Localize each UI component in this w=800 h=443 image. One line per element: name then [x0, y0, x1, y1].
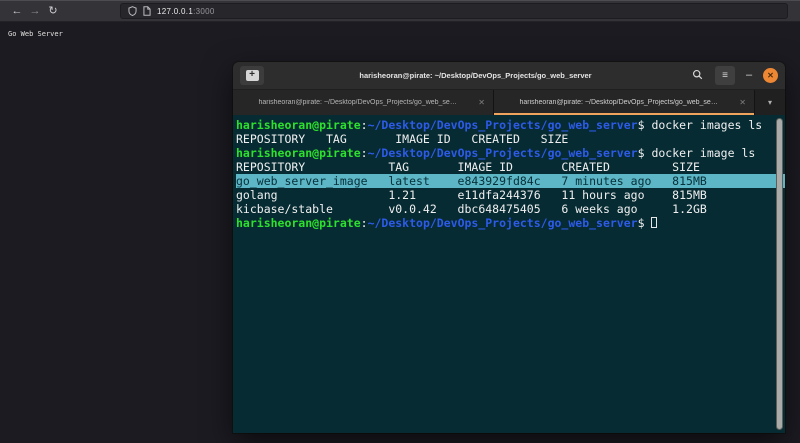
reload-button[interactable]: ↻: [44, 3, 62, 19]
terminal-line: harisheoran@pirate:~/Desktop/DevOps_Proj…: [236, 118, 785, 132]
page-info-icon[interactable]: [143, 6, 151, 16]
tab-2-active[interactable]: harisheoran@pirate: ~/Desktop/DevOps_Pro…: [494, 90, 755, 115]
url-text: 127.0.0.1:3000: [157, 7, 215, 16]
url-port: :3000: [193, 7, 215, 16]
terminal-line: REPOSITORY TAG IMAGE ID CREATED SIZE: [236, 160, 785, 174]
window-title: harisheoran@pirate: ~/Desktop/DevOps_Pro…: [264, 71, 687, 80]
back-button[interactable]: ←: [8, 3, 26, 19]
new-tab-icon: +: [246, 70, 259, 81]
terminal-line: harisheoran@pirate:~/Desktop/DevOps_Proj…: [236, 146, 785, 160]
minimize-button[interactable]: –: [743, 70, 755, 81]
terminal-titlebar[interactable]: + harisheoran@pirate: ~/Desktop/DevOps_P…: [233, 62, 785, 90]
search-icon: [692, 67, 703, 85]
search-button[interactable]: [687, 66, 707, 85]
terminal-line: kicbase/stable v0.0.42 dbc648475405 6 we…: [236, 202, 785, 216]
tab-close-icon[interactable]: ✕: [478, 98, 485, 107]
url-bar[interactable]: 127.0.0.1:3000: [120, 3, 788, 19]
tab-overflow-button[interactable]: ▾: [755, 90, 785, 115]
forward-button[interactable]: →: [26, 3, 44, 19]
reload-icon: ↻: [48, 6, 57, 17]
titlebar-buttons: ≡ – ✕: [687, 66, 778, 85]
minimize-icon: –: [746, 69, 752, 81]
tab-label: harisheoran@pirate: ~/Desktop/DevOps_Pro…: [502, 99, 735, 106]
close-icon: ✕: [767, 72, 774, 80]
terminal-content[interactable]: harisheoran@pirate:~/Desktop/DevOps_Proj…: [233, 115, 785, 433]
tab-bar: harisheoran@pirate: ~/Desktop/DevOps_Pro…: [233, 90, 785, 115]
terminal-scrollbar[interactable]: [776, 118, 783, 430]
menu-button[interactable]: ≡: [715, 66, 735, 85]
arrow-left-icon: ←: [12, 6, 23, 17]
terminal-window: + harisheoran@pirate: ~/Desktop/DevOps_P…: [233, 62, 785, 433]
terminal-line: harisheoran@pirate:~/Desktop/DevOps_Proj…: [236, 216, 785, 230]
menu-icon: ≡: [722, 71, 728, 81]
shield-icon: [128, 6, 137, 16]
url-host: 127.0.0.1: [157, 7, 193, 16]
terminal-lines: harisheoran@pirate:~/Desktop/DevOps_Proj…: [236, 118, 785, 230]
terminal-line: golang 1.21 e11dfa244376 11 hours ago 81…: [236, 188, 785, 202]
tab-label: harisheoran@pirate: ~/Desktop/DevOps_Pro…: [241, 99, 474, 106]
new-tab-button[interactable]: +: [240, 66, 264, 85]
terminal-line: REPOSITORY TAG IMAGE ID CREATED SIZE: [236, 132, 785, 146]
arrow-right-icon: →: [30, 6, 41, 17]
tab-1[interactable]: harisheoran@pirate: ~/Desktop/DevOps_Pro…: [233, 90, 494, 115]
tab-close-icon[interactable]: ✕: [739, 98, 746, 107]
chevron-down-icon: ▾: [768, 98, 772, 107]
page-text: Go Web Server: [8, 30, 63, 38]
terminal-cursor: [651, 217, 657, 228]
terminal-line: go_web_server_image latest e843929fd84c …: [236, 174, 785, 188]
close-button[interactable]: ✕: [763, 68, 778, 83]
browser-toolbar: ← → ↻ 127.0.0.1:3000: [0, 0, 800, 22]
